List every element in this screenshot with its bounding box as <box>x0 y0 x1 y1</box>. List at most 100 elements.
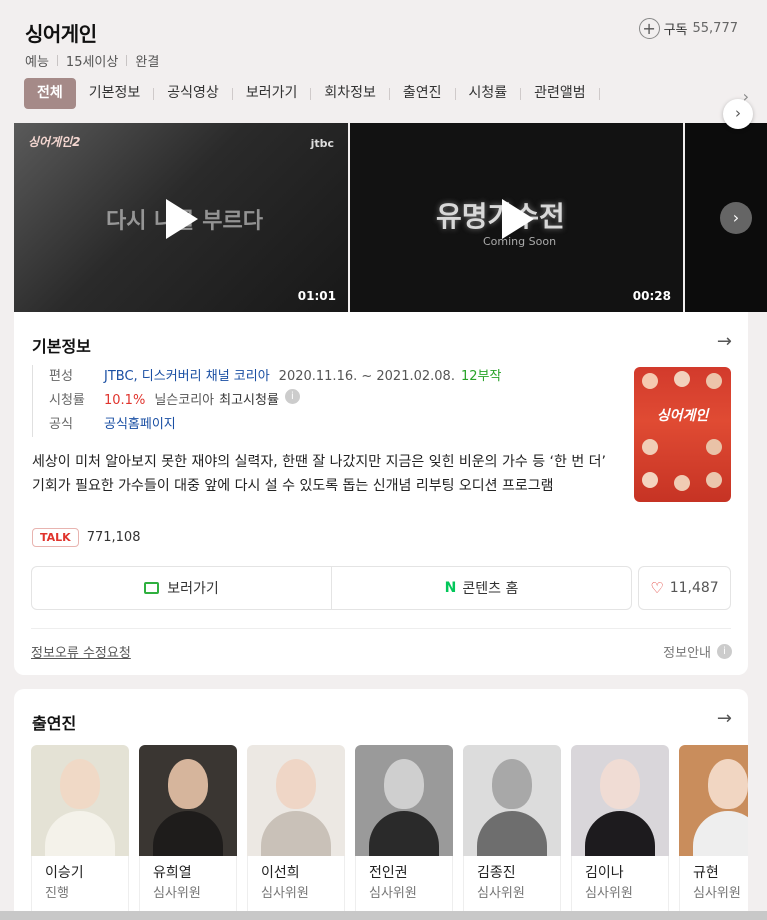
poster-face <box>642 373 658 389</box>
play-icon <box>502 199 534 239</box>
arrow-right-icon[interactable]: → <box>717 331 732 352</box>
rating-note: 최고시청률 <box>219 393 279 408</box>
cast-photo <box>463 745 561 856</box>
cast-next-chevron-icon[interactable]: › <box>723 99 753 129</box>
cast-member[interactable]: 규현 심사위원 <box>679 745 748 920</box>
broadcast-channel-link[interactable]: JTBC, 디스커버리 채널 코리아 <box>104 365 270 389</box>
tab-ratings[interactable]: 시청률 <box>456 78 521 109</box>
cast-face <box>60 759 100 809</box>
watch-button[interactable]: 보러가기 <box>32 567 331 609</box>
cast-face <box>600 759 640 809</box>
poster-face <box>642 472 658 488</box>
tab-watch[interactable]: 보러가기 <box>233 78 311 109</box>
cast-role: 심사위원 <box>261 886 309 901</box>
cast-member[interactable]: 이선희 심사위원 <box>247 745 345 920</box>
meta-age-rating: 15세이상 <box>65 55 119 70</box>
like-count: 11,487 <box>669 580 719 596</box>
cast-member[interactable]: 이승기 진행 <box>31 745 129 920</box>
cast-role: 심사위원 <box>585 886 633 901</box>
cast-photo <box>31 745 129 856</box>
cast-member[interactable]: 전인권 심사위원 <box>355 745 453 920</box>
cast-torso <box>693 811 748 856</box>
info-label: 시청률 <box>49 393 85 408</box>
cast-name: 이선희 <box>261 865 300 881</box>
cast-torso <box>45 811 115 856</box>
cast-member[interactable]: 유희열 심사위원 <box>139 745 237 920</box>
cast-name: 규현 <box>693 865 719 881</box>
like-button[interactable]: ♡ 11,487 <box>638 566 731 610</box>
channel-logo: jtbc <box>310 137 334 150</box>
poster-face <box>706 439 722 455</box>
subscribe-label: 구독 <box>663 23 688 38</box>
talk-row[interactable]: TALK 771,108 <box>32 528 140 547</box>
cast-name: 김종진 <box>477 865 516 881</box>
cast-name: 김이나 <box>585 865 624 881</box>
content-home-label: 콘텐츠 홈 <box>462 581 519 597</box>
info-label: 편성 <box>49 369 73 384</box>
info-label: 공식 <box>49 417 73 432</box>
broadcast-period: 2020.11.16. ~ 2021.02.08. <box>278 369 455 384</box>
tab-official-video[interactable]: 공식영상 <box>154 78 232 109</box>
poster-face <box>674 371 690 387</box>
tab-episodes[interactable]: 회차정보 <box>311 78 389 109</box>
tab-all[interactable]: 전체 <box>24 78 76 109</box>
cast-photo <box>679 745 748 856</box>
plus-icon: + <box>638 18 660 39</box>
tab-related-albums[interactable]: 관련앨범 <box>521 78 599 109</box>
video-duration: 00:28 <box>632 289 671 303</box>
info-row-broadcast: 편성 JTBC, 디스커버리 채널 코리아 2020.11.16. ~ 2021… <box>49 365 501 389</box>
page-title: 싱어게인 <box>25 22 97 46</box>
cast-member[interactable]: 김이나 심사위원 <box>571 745 669 920</box>
poster-image[interactable]: 싱어게인 <box>634 367 731 502</box>
cast-face <box>492 759 532 809</box>
cast-face <box>276 759 316 809</box>
info-guide-label: 정보안내 <box>663 646 711 661</box>
divider <box>31 628 731 629</box>
info-icon: i <box>717 644 732 659</box>
cast-role: 심사위원 <box>369 886 417 901</box>
poster-face <box>674 475 690 491</box>
meta-divider <box>126 55 128 66</box>
video-thumbnail[interactable]: 싱어게인2 jtbc 다시 나를 부르다 01:01 <box>14 123 348 312</box>
cast-torso <box>369 811 439 856</box>
play-screen-icon <box>144 582 160 594</box>
play-icon <box>166 199 198 239</box>
info-rows: 편성 JTBC, 디스커버리 채널 코리아 2020.11.16. ~ 2021… <box>32 365 501 437</box>
carousel-next-chevron-icon[interactable]: › <box>720 202 752 234</box>
program-description: 세상이 미처 알아보지 못한 재야의 실력자, 한땐 잘 나갔지만 지금은 잊힌… <box>32 454 606 494</box>
cast-member[interactable]: 김종진 심사위원 <box>463 745 561 920</box>
talk-badge: TALK <box>32 528 79 547</box>
content-home-button[interactable]: N 콘텐츠 홈 <box>331 567 631 609</box>
official-homepage-link[interactable]: 공식홈페이지 <box>104 413 176 437</box>
rating-value: 10.1% <box>104 393 146 408</box>
video-overlay-text: 유명가수전 <box>436 200 565 233</box>
naver-n-icon: N <box>444 580 457 596</box>
episode-count-link[interactable]: 12부작 <box>461 365 501 389</box>
video-thumbnail[interactable]: 유명가수전 Coming Soon 00:28 <box>350 123 683 312</box>
info-icon[interactable]: i <box>284 389 300 404</box>
tab-basic-info[interactable]: 기본정보 <box>76 78 154 109</box>
horizontal-scrollbar[interactable] <box>0 911 767 920</box>
report-error-link[interactable]: 정보오류 수정요청 <box>31 642 131 661</box>
cast-torso <box>261 811 331 856</box>
cast-face <box>384 759 424 809</box>
tab-divider <box>598 87 600 100</box>
subscribe-count: 55,777 <box>692 21 739 36</box>
arrow-right-icon[interactable]: → <box>717 708 732 729</box>
cast-photo <box>247 745 345 856</box>
cast-name: 전인권 <box>369 865 408 881</box>
cast-list: 이승기 진행 유희열 심사위원 이선희 심사위원 전인권 심사위원 김종진 심사… <box>31 745 748 920</box>
program-meta: 예능 15세이상 완결 <box>25 51 159 70</box>
poster-face <box>706 373 722 389</box>
talk-count: 771,108 <box>86 530 141 545</box>
subscribe-button[interactable]: + 구독 55,777 <box>638 18 739 39</box>
cast-torso <box>477 811 547 856</box>
cast-photo <box>355 745 453 856</box>
poster-title: 싱어게인 <box>656 408 709 424</box>
video-carousel: 싱어게인2 jtbc 다시 나를 부르다 01:01 유명가수전 Coming … <box>14 123 767 312</box>
meta-divider <box>56 55 58 66</box>
tab-cast[interactable]: 출연진 <box>390 78 455 109</box>
show-logo: 싱어게인2 <box>28 135 81 149</box>
info-guide-button[interactable]: 정보안내 i <box>663 642 732 661</box>
cast-role: 심사위원 <box>477 886 525 901</box>
